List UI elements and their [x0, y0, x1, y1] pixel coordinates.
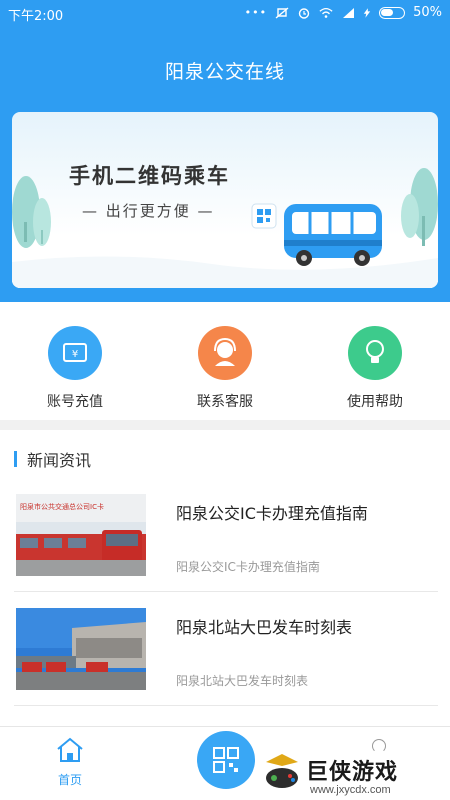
news-thumbnail — [16, 608, 146, 690]
wifi-icon — [319, 7, 333, 18]
section-divider — [0, 420, 450, 430]
alarm-icon — [298, 7, 310, 19]
banner-subtitle: — 出行更方便 — — [82, 202, 215, 220]
section-accent-bar — [14, 451, 17, 467]
news-thumbnail-caption: 阳泉市公共交通总公司IC卡 — [20, 503, 104, 511]
news-description: 阳泉北站大巴发车时刻表 — [176, 674, 309, 688]
mute-icon — [275, 6, 289, 19]
battery-icon — [379, 6, 406, 19]
banner-illustration — [12, 168, 438, 288]
account-recharge-label: 账号充值 — [47, 394, 103, 410]
news-title: 阳泉公交IC卡办理充值指南 — [176, 504, 368, 523]
news-item[interactable]: 阳泉北站大巴发车时刻表 阳泉北站大巴发车时刻表 — [14, 592, 438, 706]
customer-service-icon — [198, 326, 252, 380]
news-section-title: 新闻资讯 — [27, 451, 92, 470]
tab-home-label: 首页 — [57, 773, 82, 787]
quick-actions: ¥ 账号充值 联系客服 使用帮助 — [0, 312, 450, 418]
signal-icon — [343, 7, 355, 18]
svg-text:¥: ¥ — [72, 349, 78, 360]
gamepad-logo-icon — [266, 754, 298, 788]
news-description: 阳泉公交IC卡办理充值指南 — [176, 560, 320, 574]
battery-percent: 50% — [413, 5, 442, 20]
home-icon — [57, 737, 83, 762]
usage-help-button[interactable]: 使用帮助 — [315, 326, 435, 411]
news-section-header: 新闻资讯 — [14, 448, 91, 470]
promo-banner[interactable] — [12, 112, 438, 288]
usage-help-label: 使用帮助 — [347, 394, 403, 410]
site-watermark: 巨侠游戏 www.jxycdx.com — [262, 748, 450, 800]
banner-title: 手机二维码乘车 — [69, 164, 230, 188]
scan-qr-button[interactable] — [197, 731, 255, 789]
tab-home[interactable]: 首页 — [40, 737, 100, 788]
news-title: 阳泉北站大巴发车时刻表 — [176, 618, 353, 637]
status-dots: ••• — [244, 6, 268, 19]
watermark-url: www.jxycdx.com — [310, 784, 391, 796]
account-recharge-button[interactable]: ¥ 账号充值 — [15, 326, 135, 411]
news-item[interactable]: 阳泉市公共交通总公司IC卡 阳泉公交IC卡办理充值指南 阳泉公交IC卡办理充值指… — [14, 478, 438, 592]
contact-service-button[interactable]: 联系客服 — [165, 326, 285, 411]
charging-icon — [363, 7, 371, 18]
status-bar: 下午2:00 ••• 50% — [0, 0, 450, 26]
lightbulb-icon — [348, 326, 402, 380]
contact-service-label: 联系客服 — [197, 394, 253, 410]
wallet-icon: ¥ — [48, 326, 102, 380]
qr-code-icon — [213, 747, 239, 773]
watermark-title: 巨侠游戏 — [306, 760, 399, 785]
app-title: 阳泉公交在线 — [164, 61, 285, 83]
news-thumbnail: 阳泉市公共交通总公司IC卡 — [16, 494, 146, 576]
status-time: 下午2:00 — [8, 9, 64, 24]
